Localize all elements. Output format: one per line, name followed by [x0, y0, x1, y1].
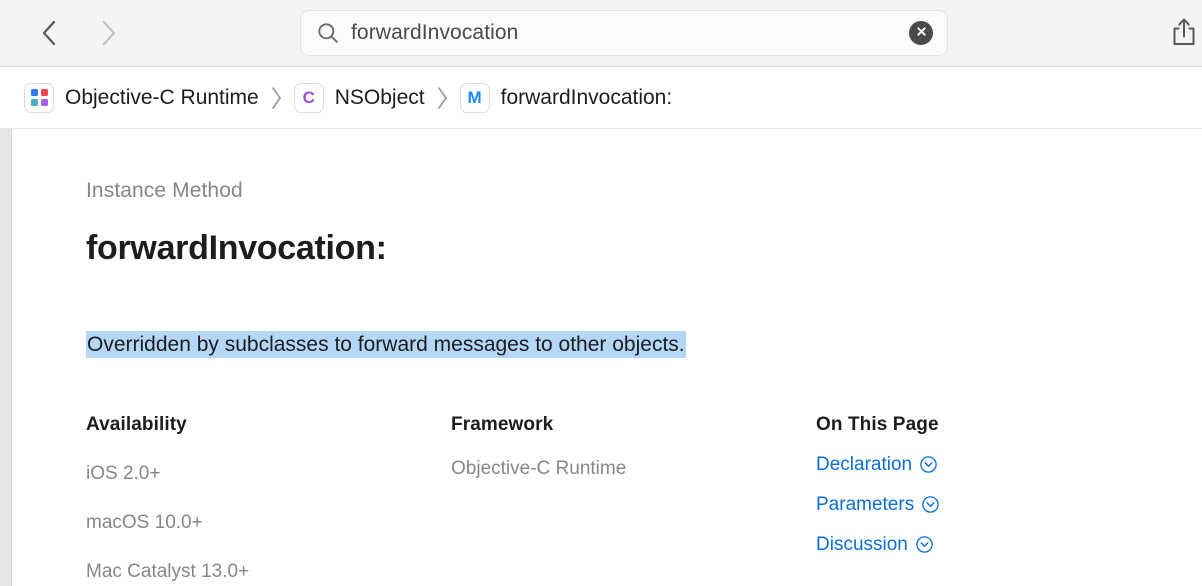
on-this-page-link-parameters[interactable]: Parameters [816, 494, 939, 516]
toolbar: forwardInvocation [0, 0, 1202, 67]
framework-grid-icon [24, 82, 54, 113]
documentation-window: forwardInvocation Objective-C Runtime C … [0, 0, 1202, 586]
forward-button[interactable] [92, 16, 126, 50]
breadcrumb-item-class[interactable]: C NSObject [293, 82, 425, 113]
breadcrumb-label-method: forwardInvocation: [500, 85, 673, 109]
chevron-right-icon [436, 85, 449, 111]
availability-item: iOS 2.0+ [86, 462, 161, 484]
class-badge-icon: C [293, 82, 324, 113]
on-this-page-column: On This Page Declaration Parameters Disc… [816, 414, 1202, 583]
chevron-right-icon [270, 85, 283, 111]
on-this-page-label: Parameters [816, 493, 915, 515]
breadcrumb-item-method[interactable]: M forwardInvocation: [459, 82, 673, 113]
share-icon [1171, 17, 1197, 50]
chevron-down-circle-icon [922, 496, 939, 513]
framework-column: Framework Objective-C Runtime [451, 414, 816, 583]
search-icon [317, 22, 339, 44]
on-this-page-label: Declaration [816, 453, 913, 475]
navigation-buttons [32, 16, 126, 50]
method-badge-letter: M [467, 88, 482, 107]
search-input[interactable]: forwardInvocation [351, 22, 909, 44]
main-content: Instance Method forwardInvocation: Overr… [0, 129, 1202, 586]
chevron-right-icon [99, 18, 119, 48]
search-bar: forwardInvocation [300, 10, 948, 56]
on-this-page-heading: On This Page [816, 413, 939, 435]
abstract-row: Overridden by subclasses to forward mess… [86, 329, 1202, 361]
page-title: forwardInvocation: [86, 229, 387, 267]
framework-heading: Framework [451, 413, 554, 435]
close-icon [915, 25, 928, 41]
availability-heading: Availability [86, 413, 187, 435]
on-this-page-link-declaration[interactable]: Declaration [816, 454, 937, 476]
on-this-page-link-discussion[interactable]: Discussion [816, 534, 933, 556]
availability-column: Availability iOS 2.0+ macOS 10.0+ Mac Ca… [86, 414, 451, 583]
chevron-down-circle-icon [916, 536, 933, 553]
availability-item: macOS 10.0+ [86, 511, 203, 533]
search-field[interactable]: forwardInvocation [300, 10, 948, 56]
chevron-down-circle-icon [920, 456, 937, 473]
method-badge-icon: M [459, 82, 490, 113]
clear-search-button[interactable] [909, 21, 933, 45]
breadcrumb-item-framework[interactable]: Objective-C Runtime [24, 82, 259, 113]
availability-item: Mac Catalyst 13.0+ [86, 560, 250, 582]
chevron-left-icon [39, 18, 59, 48]
class-badge-letter: C [302, 88, 315, 107]
back-button[interactable] [32, 16, 66, 50]
metadata-grid: Availability iOS 2.0+ macOS 10.0+ Mac Ca… [86, 414, 1202, 583]
sidebar-edge[interactable] [0, 67, 12, 586]
breadcrumb-label-framework: Objective-C Runtime [65, 85, 259, 109]
framework-value: Objective-C Runtime [451, 457, 627, 479]
breadcrumb: Objective-C Runtime C NSObject M forward… [0, 67, 1202, 129]
symbol-kind-label: Instance Method [86, 179, 243, 202]
share-button[interactable] [1164, 14, 1202, 52]
on-this-page-label: Discussion [816, 533, 908, 555]
abstract-text: Overridden by subclasses to forward mess… [86, 331, 686, 358]
breadcrumb-label-class: NSObject [334, 85, 425, 109]
